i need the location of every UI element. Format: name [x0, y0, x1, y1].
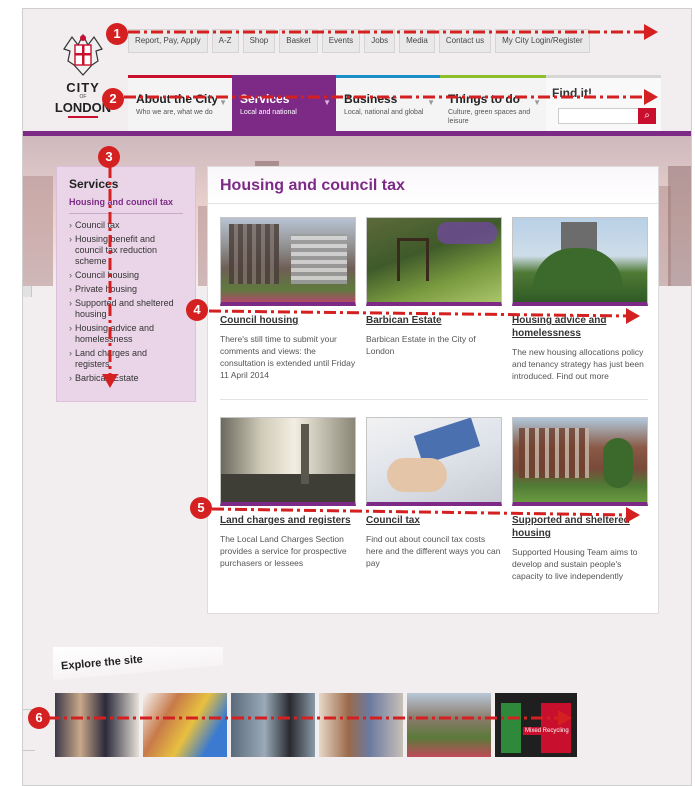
chevron-down-icon: ▼ — [427, 98, 435, 107]
sidebar-list: Council tax Housing benefit and council … — [69, 220, 183, 384]
annotation-marker-2: 2 — [102, 88, 124, 110]
tab-services[interactable]: Services Local and national ▼ — [232, 75, 336, 131]
chevron-down-icon: ▼ — [323, 98, 331, 107]
annotation-marker-1: 1 — [106, 23, 128, 45]
card-description: Supported Housing Team aims to develop a… — [512, 547, 638, 581]
annotation-marker-5: 5 — [190, 497, 212, 519]
card-image[interactable] — [220, 417, 356, 506]
section-divider — [220, 399, 648, 400]
tab-things-to-do[interactable]: Things to do Culture, green spaces and l… — [440, 75, 546, 131]
util-media[interactable]: Media — [399, 29, 435, 53]
annotation-marker-4: 4 — [186, 299, 208, 321]
crest-icon — [58, 31, 108, 81]
card-council-housing[interactable]: Council housing There's still time to su… — [220, 217, 356, 381]
utility-nav: Report, Pay, Apply A-Z Shop Basket Event… — [128, 29, 590, 53]
card-housing-advice[interactable]: Housing advice and homelessness The new … — [512, 217, 648, 382]
sidebar-item-housing-advice[interactable]: Housing advice and homelessness — [69, 323, 183, 345]
main-nav: About the City Who we are, what we do ▼ … — [128, 75, 681, 131]
card-title[interactable]: Housing advice and homelessness — [512, 314, 648, 340]
util-events[interactable]: Events — [321, 29, 361, 53]
util-login-register[interactable]: My City Login/Register — [495, 29, 590, 53]
card-barbican-estate[interactable]: Barbican Estate Barbican Estate in the C… — [366, 217, 502, 357]
tab-about-the-city[interactable]: About the City Who we are, what we do ▼ — [128, 75, 232, 131]
explore-thumb-children[interactable] — [143, 693, 227, 757]
sidebar-item-land-charges[interactable]: Land charges and registers — [69, 348, 183, 370]
card-image[interactable] — [512, 417, 648, 506]
card-title[interactable]: Council tax — [366, 514, 502, 527]
chevron-down-icon: ▼ — [219, 98, 227, 107]
sidebar-title[interactable]: Services — [69, 177, 183, 191]
card-title[interactable]: Land charges and registers — [220, 514, 356, 527]
card-image[interactable] — [220, 217, 356, 306]
browser-viewport: CITY OF LONDON Report, Pay, Apply A-Z Sh… — [22, 8, 692, 786]
tab-title: Business — [344, 92, 398, 106]
util-report-pay-apply[interactable]: Report, Pay, Apply — [128, 29, 208, 53]
util-a-z[interactable]: A-Z — [211, 29, 239, 53]
card-image[interactable] — [366, 217, 502, 306]
sidebar-current-section[interactable]: Housing and council tax — [69, 197, 183, 214]
card-title[interactable]: Supported and sheltered housing — [512, 514, 648, 540]
sidebar-item-supported-housing[interactable]: Supported and sheltered housing — [69, 298, 183, 320]
annotation-marker-3: 3 — [98, 146, 120, 168]
main-content: Housing and council tax Council housing … — [207, 166, 659, 614]
explore-thumb-estate[interactable] — [407, 693, 491, 757]
card-description: Find out about council tax costs here an… — [366, 534, 501, 568]
card-land-charges[interactable]: Land charges and registers The Local Lan… — [220, 417, 356, 569]
find-it-label: Find it! — [552, 86, 592, 100]
card-title[interactable]: Council housing — [220, 314, 356, 327]
util-contact-us[interactable]: Contact us — [438, 29, 492, 53]
explore-thumbnails: Mixed Recycling — [55, 693, 577, 757]
card-council-tax[interactable]: Council tax Find out about council tax c… — [366, 417, 502, 569]
sidebar-item-council-tax[interactable]: Council tax — [69, 220, 183, 231]
card-description: There's still time to submit your commen… — [220, 334, 356, 380]
card-supported-housing[interactable]: Supported and sheltered housing Supporte… — [512, 417, 648, 582]
tab-business[interactable]: Business Local, national and global ▼ — [336, 75, 440, 131]
explore-thumb-recycling[interactable]: Mixed Recycling — [495, 693, 577, 757]
find-it-panel: Find it! ⌕ — [546, 75, 661, 131]
sidebar-item-council-housing[interactable]: Council housing — [69, 270, 183, 281]
tab-subtitle: Local, national and global — [344, 109, 424, 116]
card-image[interactable] — [366, 417, 502, 506]
card-image[interactable] — [512, 217, 648, 306]
card-description: Barbican Estate in the City of London — [366, 334, 476, 356]
recycling-label: Mixed Recycling — [523, 727, 571, 735]
card-description: The new housing allocations policy and t… — [512, 347, 644, 381]
util-jobs[interactable]: Jobs — [364, 29, 396, 53]
explore-thumb-people-reading[interactable] — [55, 693, 139, 757]
tab-title: Things to do — [448, 92, 520, 106]
util-basket[interactable]: Basket — [279, 29, 318, 53]
annotation-marker-6: 6 — [28, 707, 50, 729]
page-title: Housing and council tax — [208, 167, 658, 204]
card-description: The Local Land Charges Section provides … — [220, 534, 347, 568]
util-shop[interactable]: Shop — [242, 29, 276, 53]
tab-subtitle: Local and national — [240, 109, 297, 116]
search-button[interactable]: ⌕ — [638, 108, 656, 124]
chevron-down-icon: ▼ — [533, 98, 541, 107]
card-title[interactable]: Barbican Estate — [366, 314, 502, 327]
explore-thumb-elderly[interactable] — [319, 693, 403, 757]
tab-subtitle: Who we are, what we do — [136, 109, 213, 116]
search-input[interactable] — [558, 108, 648, 124]
sidebar-item-private-housing[interactable]: Private housing — [69, 284, 183, 295]
city-of-london-logo[interactable]: CITY OF LONDON — [51, 31, 115, 123]
tab-title: About the City — [136, 92, 218, 106]
tab-title: Services — [240, 92, 290, 106]
search-icon: ⌕ — [644, 110, 650, 121]
sidebar-nav: Services Housing and council tax Council… — [56, 166, 196, 402]
sidebar-item-housing-benefit[interactable]: Housing benefit and council tax reductio… — [69, 234, 183, 267]
sidebar-item-barbican-estate[interactable]: Barbican Estate — [69, 373, 183, 384]
logo-underline — [68, 116, 98, 118]
explore-thumb-workers[interactable] — [231, 693, 315, 757]
tab-subtitle: Culture, green spaces and leisure — [448, 109, 531, 125]
